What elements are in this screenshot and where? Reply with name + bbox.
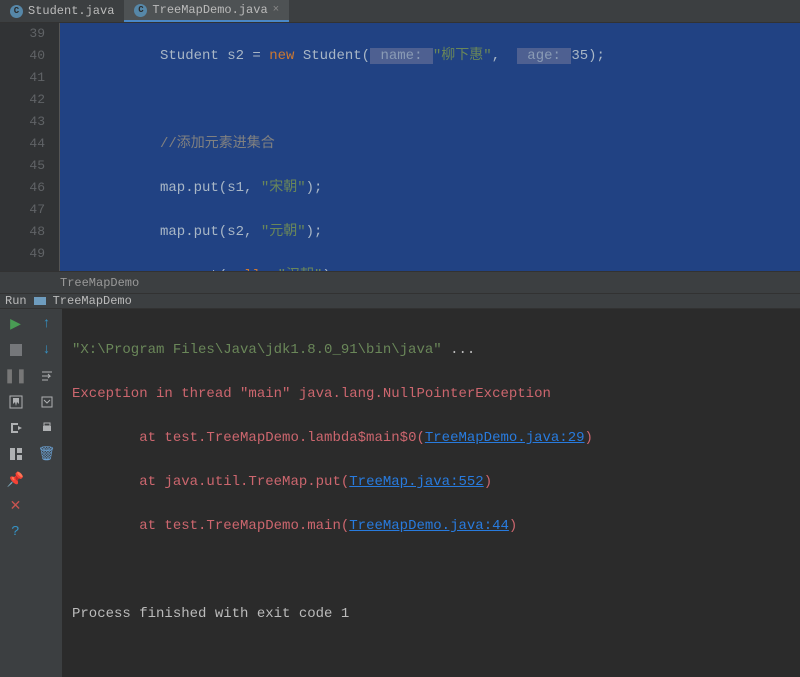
line-number: 40 xyxy=(0,45,45,67)
exit-button[interactable] xyxy=(7,419,25,437)
line-number: 45 xyxy=(0,155,45,177)
tab-treemapdemo[interactable]: C TreeMapDemo.java × xyxy=(124,0,289,22)
line-number: 47 xyxy=(0,199,45,221)
tab-label: Student.java xyxy=(28,4,114,18)
run-label: Run xyxy=(5,294,27,308)
line-number: 43 xyxy=(0,111,45,133)
code-text: Student s2 = xyxy=(160,48,269,64)
dump-button[interactable] xyxy=(7,393,25,411)
string: "元朝" xyxy=(261,224,306,240)
class-icon: C xyxy=(10,5,23,18)
line-number: 42 xyxy=(0,89,45,111)
class-icon: C xyxy=(134,4,147,17)
string: "柳下惠" xyxy=(433,48,492,64)
line-number: 41 xyxy=(0,67,45,89)
run-gutter: ▶ ❚❚ 📌 ✕ ? ↑ ↓ 🗑 xyxy=(0,309,62,677)
tab-label: TreeMapDemo.java xyxy=(152,3,267,17)
console-error: at java.util.TreeMap.put( xyxy=(72,474,349,490)
stop-button[interactable] xyxy=(7,341,25,359)
line-number: 39 xyxy=(0,23,45,45)
code-text: 35); xyxy=(571,48,605,64)
wrap-button[interactable] xyxy=(38,367,56,385)
code-text: , xyxy=(492,48,517,64)
comment: //添加元素进集合 xyxy=(160,136,275,152)
print-button[interactable] xyxy=(38,419,56,437)
code-text: ); xyxy=(306,224,323,240)
line-gutter: 39 40 41 42 43 44 45 46 47 48 49 xyxy=(0,23,60,271)
console-error: at test.TreeMapDemo.lambda$main$0( xyxy=(72,430,425,446)
pin-button[interactable]: 📌 xyxy=(7,471,25,489)
stack-link[interactable]: TreeMap.java:552 xyxy=(349,474,483,490)
line-number: 48 xyxy=(0,221,45,243)
editor-tabs: C Student.java C TreeMapDemo.java × xyxy=(0,0,800,23)
rerun-button[interactable]: ▶ xyxy=(7,315,25,333)
code-text: ); xyxy=(306,180,323,196)
console-error: ) xyxy=(484,474,492,490)
console-error: Exception in thread "main" java.lang.Nul… xyxy=(72,383,790,405)
close-button[interactable]: ✕ xyxy=(7,497,25,515)
code-body[interactable]: Student s2 = new Student( name: "柳下惠", a… xyxy=(60,23,800,271)
run-panel: ▶ ❚❚ 📌 ✕ ? ↑ ↓ 🗑 "X:\Program Files\Java\… xyxy=(0,309,800,677)
scroll-end-button[interactable] xyxy=(38,393,56,411)
editor: 39 40 41 42 43 44 45 46 47 48 49 Student… xyxy=(0,23,800,271)
up-trace-button[interactable]: ↑ xyxy=(38,315,56,333)
breadcrumb[interactable]: TreeMapDemo xyxy=(0,271,800,293)
code-text: map.put(s2, xyxy=(160,224,261,240)
string: "宋朝" xyxy=(261,180,306,196)
clear-button[interactable]: 🗑 xyxy=(38,445,56,463)
console-line: "X:\Program Files\Java\jdk1.8.0_91\bin\j… xyxy=(72,342,442,358)
console-error: ) xyxy=(585,430,593,446)
console-line: Process finished with exit code 1 xyxy=(72,603,790,625)
run-toolwindow-header: Run TreeMapDemo xyxy=(0,293,800,309)
keyword: new xyxy=(269,48,294,64)
stack-link[interactable]: TreeMapDemo.java:44 xyxy=(349,518,509,534)
console-line: ... xyxy=(442,342,476,358)
code-text: map.put(s1, xyxy=(160,180,261,196)
help-button[interactable]: ? xyxy=(7,523,25,541)
run-config-name: TreeMapDemo xyxy=(53,294,132,308)
pause-button[interactable]: ❚❚ xyxy=(7,367,25,385)
console-error: ) xyxy=(509,518,517,534)
layout-button[interactable] xyxy=(7,445,25,463)
console-error: at test.TreeMapDemo.main( xyxy=(72,518,349,534)
code-text: Student( xyxy=(294,48,370,64)
line-number: 44 xyxy=(0,133,45,155)
run-config-icon xyxy=(33,294,47,308)
tab-student[interactable]: C Student.java xyxy=(0,0,124,22)
stack-link[interactable]: TreeMapDemo.java:29 xyxy=(425,430,585,446)
line-number: 46 xyxy=(0,177,45,199)
param-hint: age: xyxy=(517,48,571,64)
console-output[interactable]: "X:\Program Files\Java\jdk1.8.0_91\bin\j… xyxy=(62,309,800,677)
line-number: 49 xyxy=(0,243,45,265)
down-trace-button[interactable]: ↓ xyxy=(38,341,56,359)
close-icon[interactable]: × xyxy=(273,4,280,16)
param-hint: name: xyxy=(370,48,433,64)
